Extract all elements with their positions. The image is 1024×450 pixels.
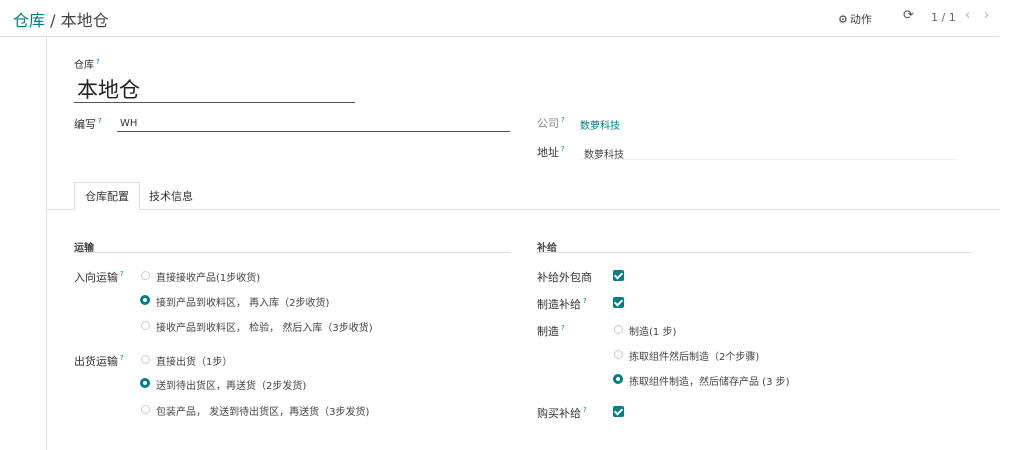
incoming-option-1-radio[interactable] [141, 271, 150, 280]
help-icon[interactable]: ? [98, 117, 102, 125]
outgoing-option-3-label[interactable]: 包装产品， 发送到待出货区，再送货（3步发货) [156, 403, 369, 418]
help-icon[interactable]: ? [96, 58, 100, 66]
breadcrumb-current: 本地仓 [60, 11, 109, 30]
manufacture-steps-label: 制造? [537, 324, 565, 338]
outgoing-option-2-radio[interactable] [140, 378, 150, 388]
incoming-option-2-radio[interactable] [140, 295, 150, 305]
code-input[interactable]: WH [120, 118, 137, 129]
help-icon[interactable]: ? [120, 270, 124, 278]
chevron-left-icon[interactable]: ‹ [965, 8, 970, 23]
topbar-divider [0, 36, 999, 37]
buy-replenish-label: 购买补给? [537, 406, 587, 420]
help-icon[interactable]: ? [583, 406, 587, 414]
address-underline [580, 159, 957, 160]
help-icon[interactable]: ? [561, 324, 565, 332]
mfg-option-1-radio[interactable] [614, 325, 623, 334]
breadcrumb-separator: / [45, 11, 61, 30]
pager-value[interactable]: 1 / 1 [931, 11, 956, 24]
incoming-option-1-label[interactable]: 直接接收产品(1步收货) [156, 269, 260, 284]
actions-button[interactable]: ⚙ 动作 [838, 11, 872, 27]
help-icon[interactable]: ? [120, 354, 124, 362]
chevron-right-icon[interactable]: › [984, 8, 989, 23]
tabs-divider [46, 209, 999, 210]
warehouse-name-label: 仓库? [74, 57, 100, 71]
breadcrumb: 仓库 / 本地仓 [13, 7, 109, 31]
mfg-option-1-label[interactable]: 制造(1 步) [629, 323, 676, 338]
shipping-section-divider [74, 252, 510, 253]
code-label: 编写? [74, 117, 102, 131]
mfg-option-2-label[interactable]: 拣取组件然后制造（2个步骤) [629, 348, 759, 363]
outgoing-option-3-radio[interactable] [141, 405, 150, 414]
incoming-shipments-label: 入向运输? [74, 270, 124, 284]
incoming-option-2-label[interactable]: 接到产品到收料区， 再入库（2步收货) [156, 294, 329, 309]
incoming-option-3-label[interactable]: 接收产品到收料区， 检验， 然后入库（3步收货) [156, 319, 373, 334]
replenish-section-divider [537, 252, 972, 253]
address-label: 地址? [537, 145, 565, 159]
actions-label: 动作 [849, 13, 872, 26]
company-value[interactable]: 数萝科技 [580, 117, 620, 132]
incoming-option-3-radio[interactable] [141, 321, 150, 330]
manufacture-replenish-checkbox[interactable] [613, 297, 624, 308]
subcontract-replenish-label: 补给外包商 [537, 271, 592, 284]
sheet-border [46, 37, 47, 450]
help-icon[interactable]: ? [561, 145, 565, 153]
tab-warehouse-config[interactable]: 仓库配置 [74, 182, 140, 211]
outgoing-option-2-label[interactable]: 送到待出货区，再送货（2步发货) [156, 377, 306, 392]
help-icon[interactable]: ? [561, 116, 565, 124]
mfg-option-2-radio[interactable] [614, 350, 623, 359]
outgoing-shipments-label: 出货运输? [74, 354, 124, 368]
manufacture-replenish-label: 制造补给? [537, 297, 587, 311]
breadcrumb-parent-link[interactable]: 仓库 [13, 11, 45, 30]
warehouse-name-input[interactable]: 本地仓 [77, 74, 140, 104]
company-label: 公司? [537, 116, 565, 130]
tab-technical-info[interactable]: 技术信息 [149, 188, 193, 204]
refresh-icon[interactable]: ⟳ [903, 8, 914, 23]
mfg-option-3-radio[interactable] [613, 374, 623, 384]
mfg-option-3-label[interactable]: 拣取组件制造，然后储存产品 (3 步) [629, 373, 790, 388]
warehouse-name-underline [74, 102, 355, 103]
code-underline [117, 131, 510, 132]
buy-replenish-checkbox[interactable] [613, 406, 624, 417]
subcontract-replenish-checkbox[interactable] [613, 270, 624, 281]
outgoing-option-1-label[interactable]: 直接出货（1步） [156, 353, 232, 368]
help-icon[interactable]: ? [583, 297, 587, 305]
outgoing-option-1-radio[interactable] [141, 355, 150, 364]
gear-icon: ⚙ [838, 13, 848, 26]
